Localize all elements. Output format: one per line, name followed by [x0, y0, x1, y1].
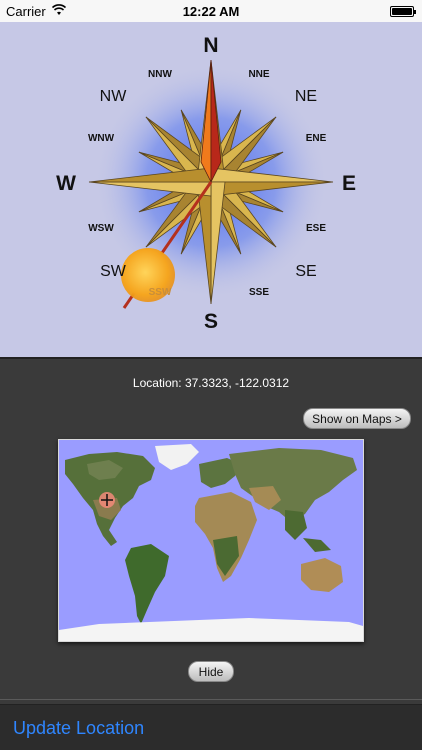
dir-e: E [342, 172, 356, 195]
greenland-shape [155, 444, 199, 470]
dir-ese: ESE [306, 223, 326, 234]
dir-nw: NW [100, 88, 128, 105]
world-map-svg [59, 444, 363, 641]
dir-se: SE [295, 263, 316, 280]
indonesia-shape [303, 538, 331, 552]
dir-sse: SSE [249, 287, 269, 298]
location-coordinates: Location: 37.3323, -122.0312 [132, 376, 290, 390]
compass-rose: N E S W NE SE SW NW NNE ENE ESE SSE SSW … [56, 34, 356, 333]
dir-ene: ENE [306, 133, 327, 144]
south-america-shape [125, 544, 169, 624]
australia-shape [301, 558, 343, 592]
dir-sw: SW [100, 263, 127, 280]
status-bar: Carrier 12:22 AM [0, 0, 422, 22]
battery-icon [390, 6, 416, 17]
hide-button[interactable]: Hide [188, 661, 234, 682]
antarctica-shape [59, 618, 363, 641]
compass-panel: N E S W NE SE SW NW NNE ENE ESE SSE SSW … [0, 22, 422, 359]
dir-wsw: WSW [88, 223, 114, 234]
world-map[interactable] [58, 439, 364, 642]
status-time: 12:22 AM [182, 4, 240, 19]
dir-wnw: WNW [88, 133, 115, 144]
update-location-button[interactable]: Update Location [13, 718, 144, 739]
dir-ne: NE [295, 88, 317, 105]
bottom-bar: Update Location [0, 704, 422, 750]
divider [0, 699, 422, 700]
dir-ssw: SSW [149, 287, 172, 298]
dir-w: W [56, 172, 76, 195]
dir-nne: NNE [248, 69, 269, 80]
dir-nnw: NNW [148, 69, 172, 80]
show-on-maps-button[interactable]: Show on Maps > [303, 408, 411, 429]
central-africa-shape [213, 536, 239, 576]
dir-s: S [204, 310, 218, 333]
dir-n: N [203, 34, 218, 57]
